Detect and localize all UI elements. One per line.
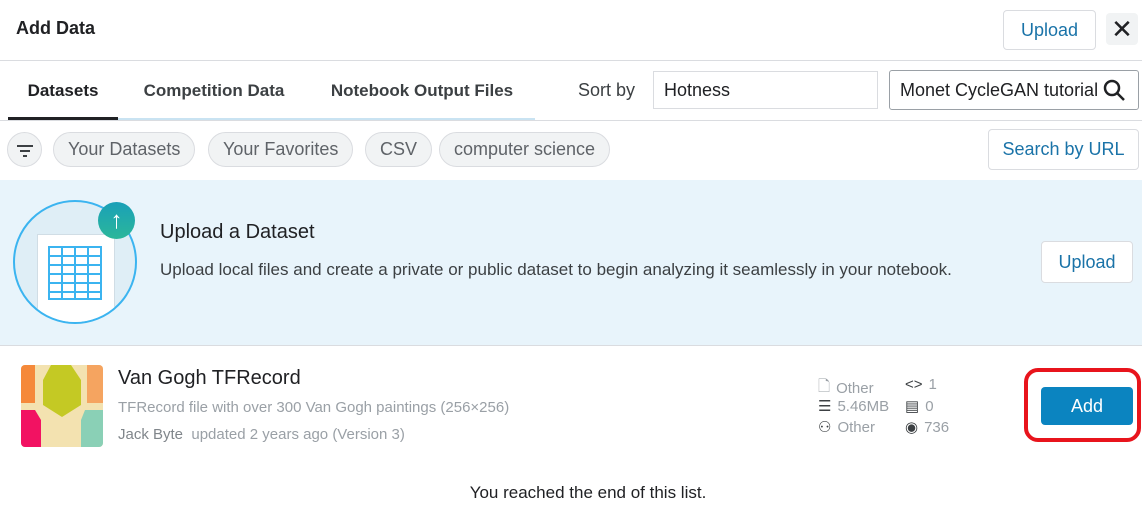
license-value: Other: [837, 418, 875, 436]
discussions-count: ▤ 0: [905, 397, 934, 416]
filter-icon[interactable]: [7, 132, 42, 167]
upload-arrow-icon: ↑: [98, 202, 135, 239]
chip-computer-science[interactable]: computer science: [439, 132, 611, 167]
add-button[interactable]: Add: [1041, 387, 1133, 425]
end-of-list-message: You reached the end of this list.: [469, 483, 707, 502]
license: ⚇ Other: [818, 418, 875, 437]
divider: [0, 60, 1142, 61]
dialog-title: Add Data: [16, 18, 96, 38]
upload-button[interactable]: Upload: [1003, 10, 1096, 50]
code-icon: <>: [905, 376, 923, 393]
dataset-updated: updated 2 years ago (Version 3): [191, 426, 405, 443]
eye-icon: ◉: [905, 419, 919, 436]
dataset-thumbnail: [21, 365, 103, 447]
banner-title: Upload a Dataset: [160, 221, 315, 243]
notebooks-value: 1: [928, 376, 937, 393]
file-size: ☰ 5.46MB: [818, 397, 890, 416]
comment-icon: ▤: [905, 398, 920, 415]
banner-description: Upload local files and create a private …: [160, 260, 952, 279]
tab-notebook-output-files[interactable]: Notebook Output Files: [312, 62, 532, 120]
license-icon: ⚇: [818, 419, 832, 436]
search-icon[interactable]: [1103, 79, 1125, 101]
tab-competition-data[interactable]: Competition Data: [124, 62, 304, 120]
notebooks-count: <> 1: [905, 376, 937, 393]
dataset-title[interactable]: Van Gogh TFRecord: [118, 367, 301, 390]
divider: [0, 345, 1142, 346]
dataset-subtitle: TFRecord file with over 300 Van Gogh pai…: [118, 399, 510, 416]
chip-your-datasets[interactable]: Your Datasets: [53, 132, 196, 167]
file-size-value: 5.46MB: [837, 397, 890, 415]
search-input[interactable]: Monet CycleGAN tutorial: [889, 70, 1139, 110]
dataset-author[interactable]: Jack Byte: [118, 426, 183, 443]
banner-upload-button[interactable]: Upload: [1041, 241, 1133, 283]
chip-csv[interactable]: CSV: [365, 132, 433, 167]
tab-datasets[interactable]: Datasets: [8, 62, 118, 120]
sort-label: Sort by: [578, 80, 636, 100]
chip-your-favorites[interactable]: Your Favorites: [208, 132, 354, 167]
views-count: ◉ 736: [905, 418, 950, 437]
divider: [0, 120, 1142, 121]
discussions-value: 0: [925, 397, 934, 415]
close-icon[interactable]: ✕: [1106, 13, 1138, 45]
storage-icon: ☰: [818, 398, 832, 415]
search-value: Monet CycleGAN tutorial: [900, 79, 1099, 100]
search-by-url-button[interactable]: Search by URL: [988, 129, 1139, 170]
views-value: 736: [924, 418, 950, 436]
sort-select[interactable]: Hotness: [653, 71, 878, 109]
file-type-value: Other: [836, 380, 874, 397]
dataset-byline: Jack Byte updated 2 years ago (Version 3…: [118, 426, 405, 443]
